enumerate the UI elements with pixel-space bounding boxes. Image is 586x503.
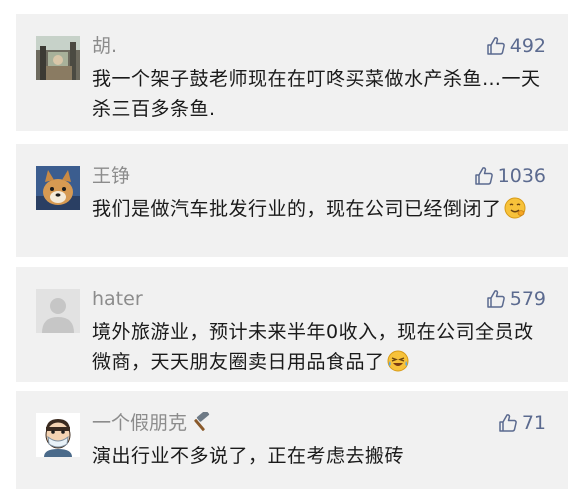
avatar[interactable] xyxy=(36,166,80,210)
crying-laughing-emoji xyxy=(387,350,409,372)
like-count: 71 xyxy=(521,412,546,434)
comment-card: 一个假朋克 71 演出行业不多说了，正在考虑去搬砖 xyxy=(16,391,568,489)
like-count: 492 xyxy=(509,35,546,57)
thumbs-up-icon xyxy=(486,290,505,308)
comment-author[interactable]: 王铮 xyxy=(92,164,130,188)
like-button[interactable]: 492 xyxy=(486,34,546,58)
like-count: 579 xyxy=(509,288,546,310)
thumbs-up-icon xyxy=(499,414,517,432)
comment-text: 境外旅游业，预计未来半年0收入，现在公司全员改微商，天天朋友圈卖日用品食品了 xyxy=(92,321,534,373)
thumbs-up-icon xyxy=(486,37,505,55)
comment-author[interactable]: hater xyxy=(92,287,143,311)
comment-card: 胡. 492 我一个架子鼓老师现在在叮咚买菜做水产杀鱼…一天杀三百多条鱼. xyxy=(16,14,568,131)
comment-card: hater 579 境外旅游业，预计未来半年0收入，现在公司全员改微商，天天朋友… xyxy=(16,267,568,382)
like-button[interactable]: 1036 xyxy=(474,164,546,188)
comment-list: 胡. 492 我一个架子鼓老师现在在叮咚买菜做水产杀鱼…一天杀三百多条鱼. 王铮… xyxy=(0,0,586,503)
thumbs-up-icon xyxy=(474,167,493,185)
avatar[interactable] xyxy=(36,289,80,333)
comment-text: 我们是做汽车批发行业的，现在公司已经倒闭了 xyxy=(92,194,552,224)
hammer-icon xyxy=(194,412,210,431)
comment-text: 演出行业不多说了，正在考虑去搬砖 xyxy=(92,445,405,467)
like-count: 1036 xyxy=(497,165,546,187)
awkward-smile-emoji xyxy=(504,197,526,219)
avatar[interactable] xyxy=(36,36,80,80)
comment-card: 王铮 1036 我们是做汽车批发行业的，现在公司已经倒闭了 xyxy=(16,144,568,257)
comment-text: 我一个架子鼓老师现在在叮咚买菜做水产杀鱼…一天杀三百多条鱼. xyxy=(92,68,541,120)
like-button[interactable]: 579 xyxy=(486,287,546,311)
comment-author[interactable]: 一个假朋克 xyxy=(92,411,211,435)
avatar[interactable] xyxy=(36,413,80,457)
comment-author[interactable]: 胡. xyxy=(92,34,117,58)
like-button[interactable]: 71 xyxy=(498,411,546,435)
